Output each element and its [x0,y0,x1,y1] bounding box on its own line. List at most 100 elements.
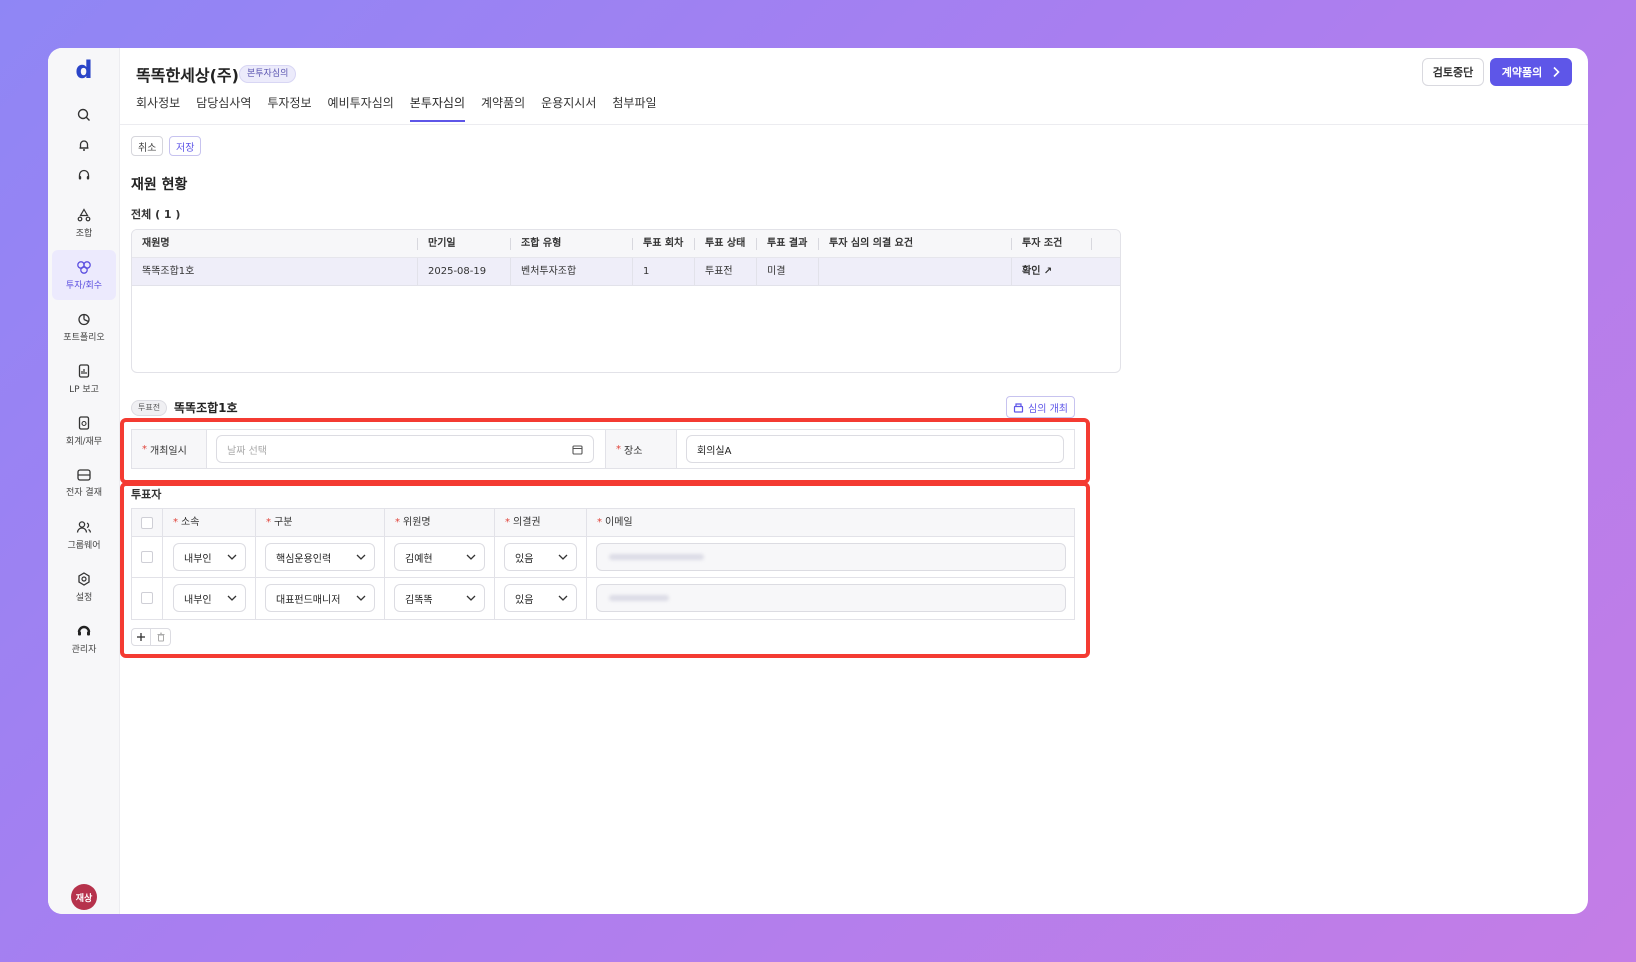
headset-icon[interactable] [48,164,120,186]
sidebar-item-approval[interactable]: 전자 결재 [52,458,116,508]
add-row-button[interactable] [131,628,151,646]
invest-icon [77,260,91,274]
member-name-select[interactable]: 김똑똑 [394,584,485,612]
tab-contract[interactable]: 계약품의 [473,96,533,126]
row-checkbox[interactable] [141,592,153,604]
table-row: 내부인 핵심운용인력 김예현 있음 [132,537,1074,578]
member-name-value: 김예현 [405,553,433,565]
email-field[interactable] [596,543,1066,571]
save-button[interactable]: 저장 [169,136,202,156]
report-icon [78,363,90,378]
chevron-down-icon [356,554,366,560]
approval-icon [77,468,91,481]
column-header: 투표 상태 [695,230,757,258]
member-name-select[interactable]: 김예현 [394,543,485,571]
page-title: 똑똑한세상(주) [136,66,239,85]
column-header: 투표 회차 [633,230,695,258]
redacted-email [609,554,704,560]
sidebar-item-label: 설정 [75,592,93,603]
date-label: * 개최일시 [132,430,207,468]
fund-name-cell: 똑똑조합1호 [132,258,418,286]
category-select[interactable]: 핵심운용인력 [265,543,375,571]
table-header: * 소속 * 구분 * 위원명 * 의결권 * 이메일 [132,509,1074,537]
category-select[interactable]: 대표펀드매니저 [265,584,375,612]
sidebar-item-lp-report[interactable]: LP 보고 [52,354,116,404]
vote-status-cell: 투표전 [695,258,757,286]
chevron-down-icon [466,595,476,601]
trash-icon [157,632,164,642]
required-mark: * [616,443,621,455]
sidebar-item-settings[interactable]: 설정 [52,562,116,612]
row-action-buttons [131,628,171,646]
avatar[interactable]: 재상 [71,884,97,910]
tab-company-info[interactable]: 회사정보 [136,96,188,126]
required-mark: * [266,517,271,528]
app-window: d 조합 투자/회수 포트폴리오 LP 보고 회계/재무 전자 결재 그룹웨어 … [48,48,1588,914]
confirm-link[interactable]: 확인 ↗ [1012,258,1092,286]
column-header: 재원명 [132,230,418,258]
search-icon[interactable] [48,104,120,126]
stop-review-button[interactable]: 검토중단 [1422,58,1484,86]
vote-right-value: 있음 [515,553,534,565]
column-header: * 위원명 [385,509,431,537]
requirement-cell [819,258,1012,286]
tab-main-review[interactable]: 본투자심의 [402,96,473,126]
table-row[interactable]: 똑똑조합1호 2025-08-19 벤처투자조합 1 투표전 미결 확인 ↗ [132,258,1120,286]
sidebar-item-admin[interactable]: 관리자 [52,614,116,664]
affiliation-select[interactable]: 내부인 [173,543,246,571]
app-logo[interactable]: d [48,56,120,84]
tab-operation-order[interactable]: 운용지시서 [533,96,604,126]
open-review-button[interactable]: 심의 개최 [1006,396,1075,418]
column-header: * 구분 [256,509,292,537]
podium-icon [1013,402,1024,413]
column-header-text: 이메일 [605,517,633,528]
sidebar-item-portfolio[interactable]: 포트폴리오 [52,302,116,352]
sidebar-item-label: 조합 [75,228,93,239]
vote-round-cell: 1 [633,258,695,286]
sidebar-item-label: 포트폴리오 [63,332,105,343]
chevron-down-icon [227,595,237,601]
column-header: * 이메일 [587,509,633,537]
required-mark: * [173,517,178,528]
row-checkbox[interactable] [141,551,153,563]
sidebar-item-investment[interactable]: 투자/회수 [52,250,116,300]
open-review-label: 심의 개최 [1028,403,1068,415]
sidebar-item-accounting[interactable]: 회계/재무 [52,406,116,456]
select-all-checkbox[interactable] [141,517,153,529]
tab-attachments[interactable]: 첨부파일 [604,96,664,126]
bell-icon[interactable] [48,134,120,156]
date-picker-input[interactable]: 날짜 선택 [216,435,594,463]
sidebar-item-groupware[interactable]: 그룹웨어 [52,510,116,560]
sidebar: d 조합 투자/회수 포트폴리오 LP 보고 회계/재무 전자 결재 그룹웨어 … [48,48,120,914]
contract-approval-button[interactable]: 계약품의 [1490,58,1572,86]
cancel-button[interactable]: 취소 [131,136,164,156]
place-label-text: 장소 [624,445,643,457]
tab-reviewer[interactable]: 담당심사역 [188,96,259,126]
required-mark: * [505,517,510,528]
finance-doc-icon [78,415,90,430]
required-mark: * [142,443,147,455]
affiliation-value: 내부인 [184,594,212,606]
tab-investment-info[interactable]: 투자정보 [259,96,319,126]
column-header-text: 위원명 [403,517,431,528]
sidebar-item-label: 관리자 [71,644,97,655]
chevron-down-icon [558,554,568,560]
place-cell: 회의실A [677,430,1074,468]
tab-divider [120,124,1588,125]
delete-row-button[interactable] [151,628,171,646]
column-header: 투자 조건 [1012,230,1092,258]
place-input[interactable]: 회의실A [686,435,1064,463]
column-header-text: 구분 [274,517,293,528]
date-cell: 날짜 선택 [207,430,605,468]
email-field[interactable] [596,584,1066,612]
sidebar-item-fund[interactable]: 조합 [52,198,116,248]
vote-right-select[interactable]: 있음 [504,543,577,571]
affiliation-select[interactable]: 내부인 [173,584,246,612]
fund-type-cell: 벤처투자조합 [511,258,633,286]
column-header-text: 소속 [181,517,200,528]
vote-right-select[interactable]: 있음 [504,584,577,612]
tab-preliminary-review[interactable]: 예비투자심의 [320,96,402,126]
status-badge: 본투자심의 [239,65,297,83]
due-date-cell: 2025-08-19 [418,258,511,286]
sidebar-item-label: 회계/재무 [65,436,103,447]
